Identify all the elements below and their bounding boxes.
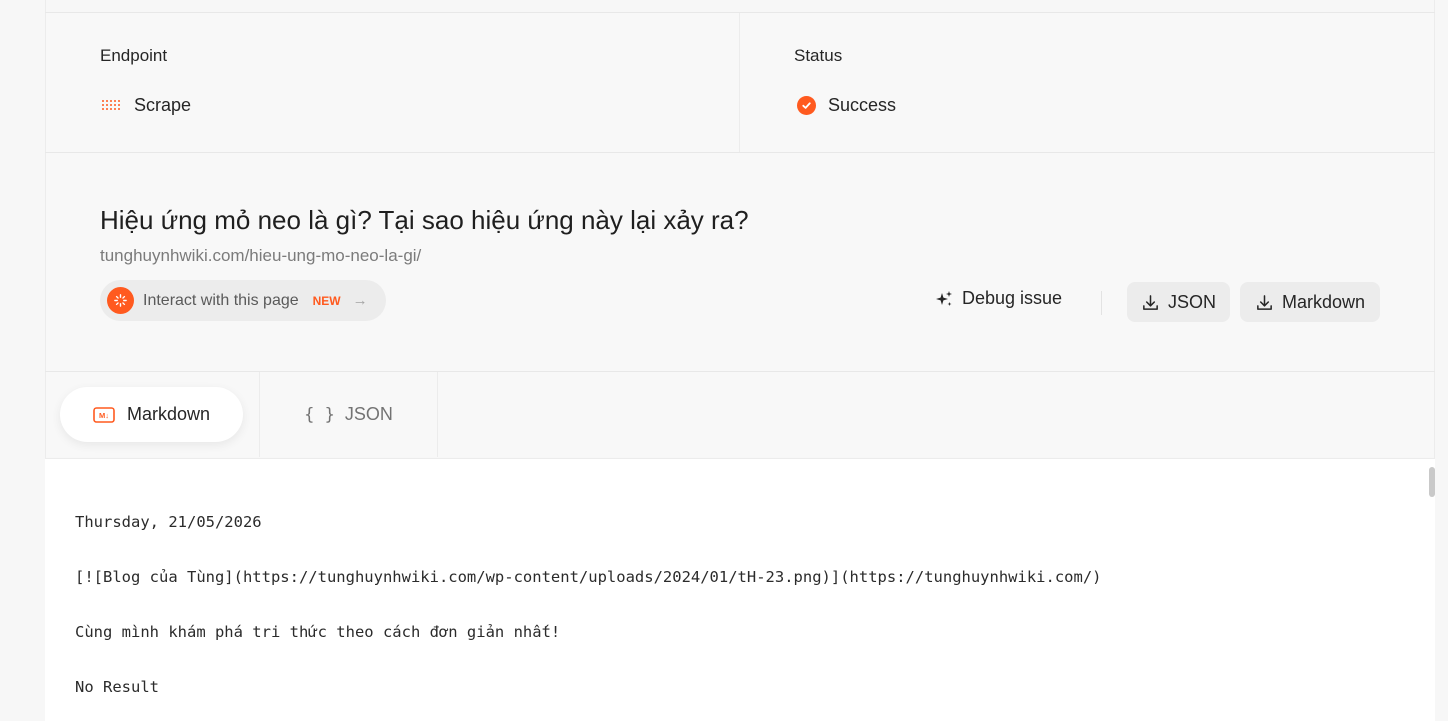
check-circle-icon: [797, 96, 816, 115]
tab-json[interactable]: { } JSON: [259, 372, 438, 457]
download-icon: [1257, 294, 1272, 310]
endpoint-value: Scrape: [102, 95, 191, 116]
status-column: Status Success: [740, 13, 1434, 152]
arrow-right-icon: →: [352, 292, 368, 309]
page-summary: Hiệu ứng mỏ neo là gì? Tại sao hiệu ứng …: [46, 153, 1434, 371]
content-line: Cùng mình khám phá tri thức theo cách đơ…: [75, 623, 561, 641]
scrape-dots-icon: [102, 98, 122, 114]
endpoint-column: Endpoint Scrape: [46, 13, 740, 152]
braces-icon: { }: [304, 404, 335, 425]
interact-with-page-button[interactable]: Interact with this page NEW →: [100, 280, 386, 321]
markdown-output[interactable]: Thursday, 21/05/2026 [![Blog của Tùng](h…: [45, 458, 1435, 721]
endpoint-label: Endpoint: [100, 46, 168, 65]
tab-json-label: JSON: [344, 404, 393, 424]
endpoint-name: Scrape: [134, 95, 192, 115]
page-title: Hiệu ứng mỏ neo là gì? Tại sao hiệu ứng …: [100, 205, 749, 235]
download-markdown-label: Markdown: [1281, 291, 1366, 312]
debug-label: Debug issue: [962, 288, 1063, 308]
download-json-button[interactable]: JSON: [1127, 282, 1230, 322]
interact-label: Interact with this page: [143, 291, 299, 309]
download-icon: [1143, 294, 1158, 310]
tab-markdown[interactable]: M↓ Markdown: [60, 387, 243, 442]
status-value: Success: [797, 95, 896, 116]
download-json-label: JSON: [1167, 291, 1216, 312]
sparkles-icon: [936, 290, 952, 306]
new-badge: NEW: [312, 293, 341, 308]
page-url[interactable]: tunghuynhwiki.com/hieu-ung-mo-neo-la-gi/: [100, 246, 421, 266]
svg-text:M↓: M↓: [99, 411, 109, 420]
toolbar-separator: [1101, 291, 1102, 315]
content-scrollbar[interactable]: [1429, 467, 1435, 497]
content-line: Thursday, 21/05/2026: [75, 513, 262, 531]
sparkle-cursor-icon: [107, 287, 134, 314]
markdown-icon: M↓: [93, 406, 115, 423]
content-line: No Result: [75, 678, 159, 696]
scrape-info-panel: Endpoint Scrape Status Success: [46, 13, 1434, 152]
status-text: Success: [828, 95, 897, 115]
debug-issue-button[interactable]: Debug issue: [934, 288, 1062, 309]
tab-markdown-label: Markdown: [126, 404, 211, 424]
output-format-tabs: M↓ Markdown { } JSON: [46, 372, 1434, 457]
status-label: Status: [794, 46, 843, 65]
content-line: [![Blog của Tùng](https://tunghuynhwiki.…: [75, 568, 1102, 586]
download-markdown-button[interactable]: Markdown: [1240, 282, 1380, 322]
